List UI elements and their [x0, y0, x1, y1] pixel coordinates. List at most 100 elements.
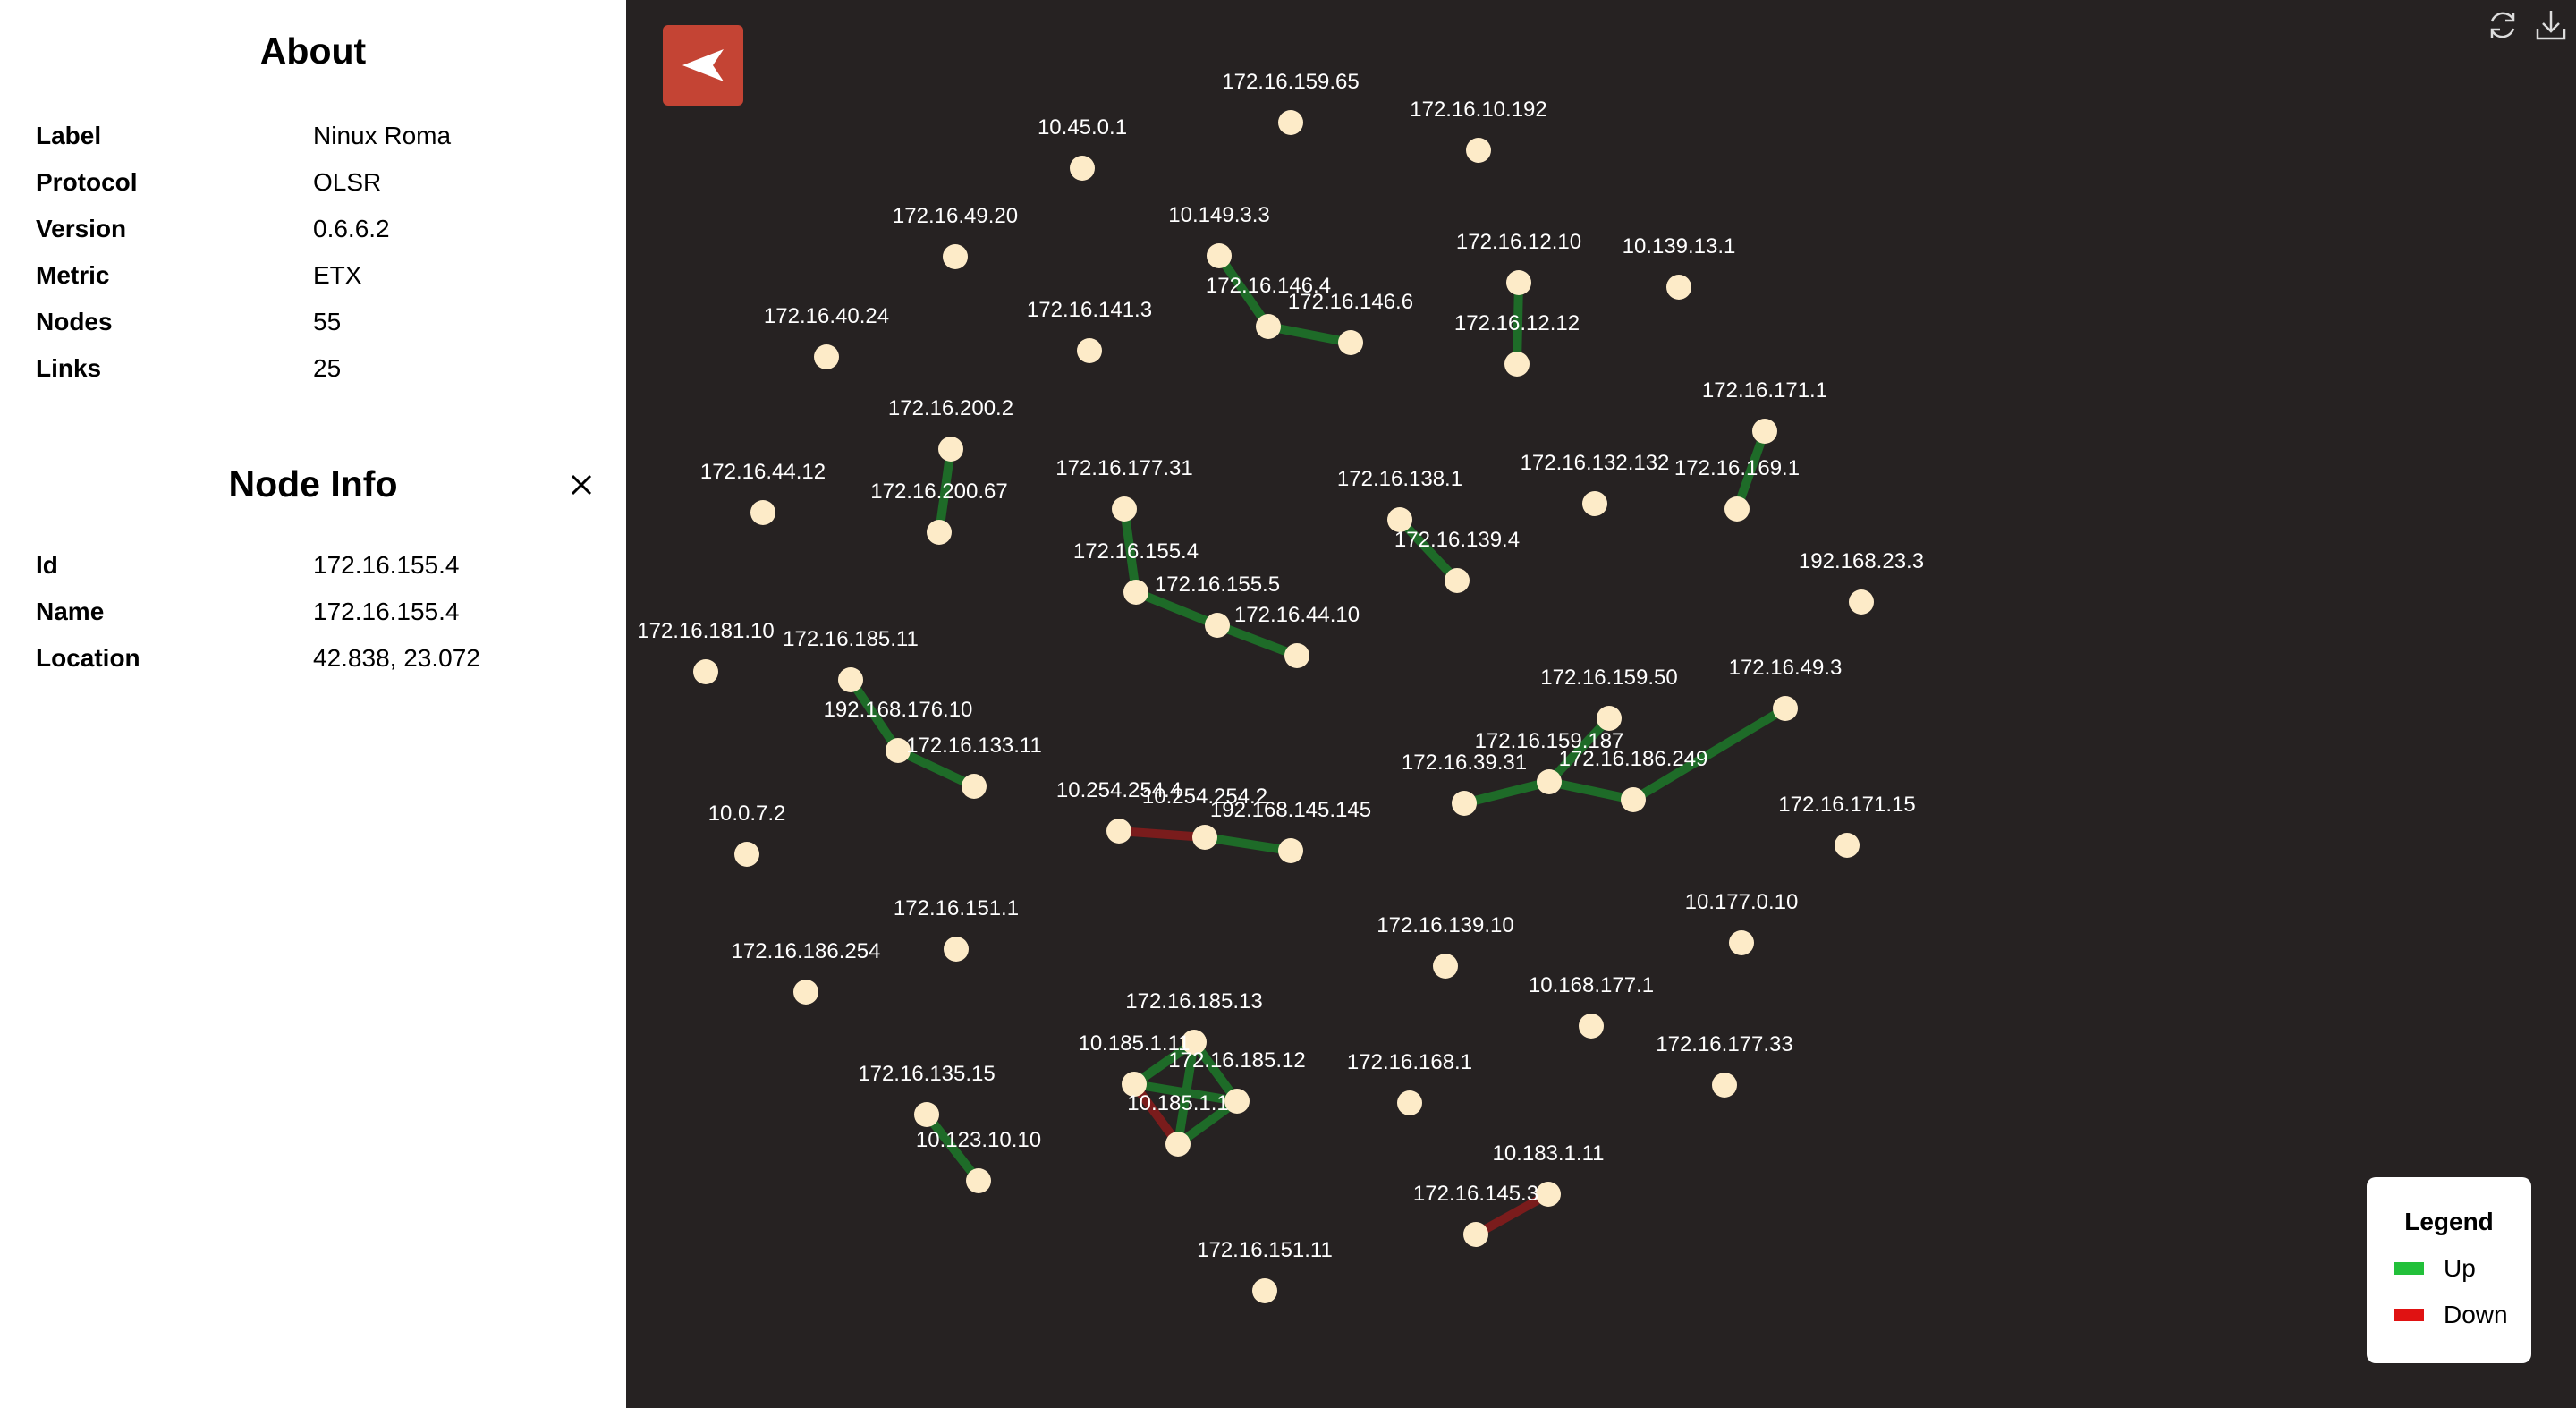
graph-node[interactable]: [1256, 314, 1281, 339]
graph-node[interactable]: [1849, 589, 1874, 615]
graph-node-label: 172.16.135.15: [858, 1062, 995, 1086]
about-key: Protocol: [36, 168, 138, 196]
graph-node-label: 192.168.176.10: [824, 698, 973, 722]
graph-node[interactable]: [962, 774, 987, 799]
graph-node-label: 10.168.177.1: [1529, 973, 1654, 997]
graph-node-label: 172.16.39.31: [1402, 751, 1527, 775]
graph-node[interactable]: [1712, 1073, 1737, 1098]
legend-label-up: Up: [2444, 1254, 2476, 1282]
graph-node[interactable]: [1278, 110, 1303, 135]
refresh-icon: [2490, 12, 2515, 38]
graph-link[interactable]: [1118, 827, 1206, 842]
navigate-arrow-icon: [682, 49, 724, 81]
graph-node-label: 172.16.10.192: [1410, 98, 1546, 122]
graph-node[interactable]: [1205, 613, 1230, 638]
graph-node[interactable]: [1433, 954, 1458, 979]
graph-node[interactable]: [1112, 496, 1137, 522]
back-button[interactable]: [663, 25, 743, 106]
graph-node[interactable]: [938, 437, 963, 462]
graph-node-label: 10.185.1.1: [1127, 1091, 1228, 1115]
graph-node[interactable]: [814, 344, 839, 369]
graph-node[interactable]: [1579, 1014, 1604, 1039]
graph-node[interactable]: [1284, 643, 1309, 668]
graph-node[interactable]: [1466, 138, 1491, 163]
graph-node[interactable]: [944, 937, 969, 962]
graph-node-label: 172.16.185.12: [1168, 1048, 1305, 1073]
graph-link[interactable]: [1547, 777, 1635, 804]
graph-node-label: 172.16.146.6: [1288, 290, 1413, 314]
graph-node-label: 172.16.200.67: [870, 479, 1007, 504]
graph-link[interactable]: [1462, 777, 1551, 808]
graph-node[interactable]: [838, 667, 863, 692]
graph-node-label: 172.16.138.1: [1337, 467, 1462, 491]
graph-node-label: 172.16.155.5: [1155, 573, 1280, 597]
graph-node[interactable]: [1278, 838, 1303, 863]
graph-node[interactable]: [1666, 275, 1691, 300]
graph-node[interactable]: [693, 659, 718, 684]
graph-node[interactable]: [1207, 243, 1232, 268]
graph-node[interactable]: [1077, 338, 1102, 363]
graph-node[interactable]: [1506, 270, 1531, 295]
graph-node[interactable]: [1835, 833, 1860, 858]
network-graph[interactable]: 10.45.0.1 172.16.159.65 172.16.10.192 172.1…: [626, 0, 2576, 1408]
graph-node-label: 172.16.168.1: [1347, 1050, 1472, 1074]
about-value: 55: [313, 308, 342, 335]
close-node-info-button[interactable]: [564, 467, 599, 503]
graph-node[interactable]: [1752, 419, 1777, 444]
graph-node[interactable]: [1165, 1132, 1191, 1157]
graph-node-label: 172.16.177.31: [1055, 456, 1192, 480]
legend: Legend Up Down: [2367, 1177, 2531, 1363]
graph-node[interactable]: [943, 244, 968, 269]
graph-node[interactable]: [1397, 1090, 1422, 1115]
legend-label-down: Down: [2444, 1301, 2508, 1328]
graph-node-label: 10.177.0.10: [1685, 890, 1799, 914]
about-value: 25: [313, 354, 342, 382]
network-graph-svg[interactable]: 10.45.0.1 172.16.159.65 172.16.10.192 172.1…: [626, 0, 2576, 1408]
graph-node-label: 10.45.0.1: [1038, 115, 1127, 140]
graph-node[interactable]: [793, 980, 818, 1005]
graph-node[interactable]: [1504, 352, 1530, 377]
graph-node-label: 192.168.145.145: [1210, 798, 1371, 822]
graph-node[interactable]: [1106, 819, 1131, 844]
node-info-value: 172.16.155.4: [313, 551, 460, 579]
graph-node[interactable]: [1729, 930, 1754, 955]
graph-node[interactable]: [1452, 791, 1477, 816]
graph-node[interactable]: [1582, 491, 1607, 516]
graph-node[interactable]: [1445, 568, 1470, 593]
graph-node[interactable]: [1123, 580, 1148, 605]
graph-node[interactable]: [1070, 156, 1095, 181]
about-title: About: [259, 30, 367, 72]
graph-node[interactable]: [750, 500, 775, 525]
legend-swatch-up: [2394, 1262, 2424, 1275]
graph-node[interactable]: [1537, 769, 1562, 794]
download-button[interactable]: [2531, 5, 2571, 45]
graph-node[interactable]: [1338, 330, 1363, 355]
graph-link[interactable]: [1134, 588, 1219, 630]
about-key: Version: [36, 215, 127, 242]
graph-node-label: 172.16.49.3: [1729, 656, 1843, 680]
refresh-button[interactable]: [2483, 5, 2522, 45]
graph-node-label: 10.139.13.1: [1623, 234, 1736, 259]
graph-node[interactable]: [1536, 1182, 1561, 1207]
graph-node[interactable]: [1621, 787, 1646, 812]
graph-node[interactable]: [914, 1102, 939, 1127]
graph-node[interactable]: [927, 520, 952, 545]
graph-node-label: 192.168.23.3: [1799, 549, 1924, 573]
graph-node-label: 172.16.44.12: [700, 460, 826, 484]
graph-node[interactable]: [734, 842, 759, 867]
graph-link[interactable]: [1204, 833, 1292, 855]
graph-node-label: 172.16.139.4: [1394, 528, 1520, 552]
graph-node[interactable]: [1252, 1278, 1277, 1303]
graph-link[interactable]: [1216, 621, 1299, 660]
graph-node[interactable]: [1597, 706, 1622, 731]
graph-node[interactable]: [1724, 496, 1750, 522]
graph-node-label: 172.16.151.1: [894, 896, 1019, 920]
graph-node[interactable]: [1192, 825, 1217, 850]
node-info-value: 172.16.155.4: [313, 598, 460, 625]
graph-node-label: 172.16.49.20: [893, 204, 1018, 228]
graph-node[interactable]: [1773, 696, 1798, 721]
graph-node[interactable]: [1463, 1222, 1488, 1247]
about-key: Metric: [36, 261, 110, 289]
graph-node[interactable]: [966, 1168, 991, 1193]
graph-link[interactable]: [1267, 322, 1352, 347]
